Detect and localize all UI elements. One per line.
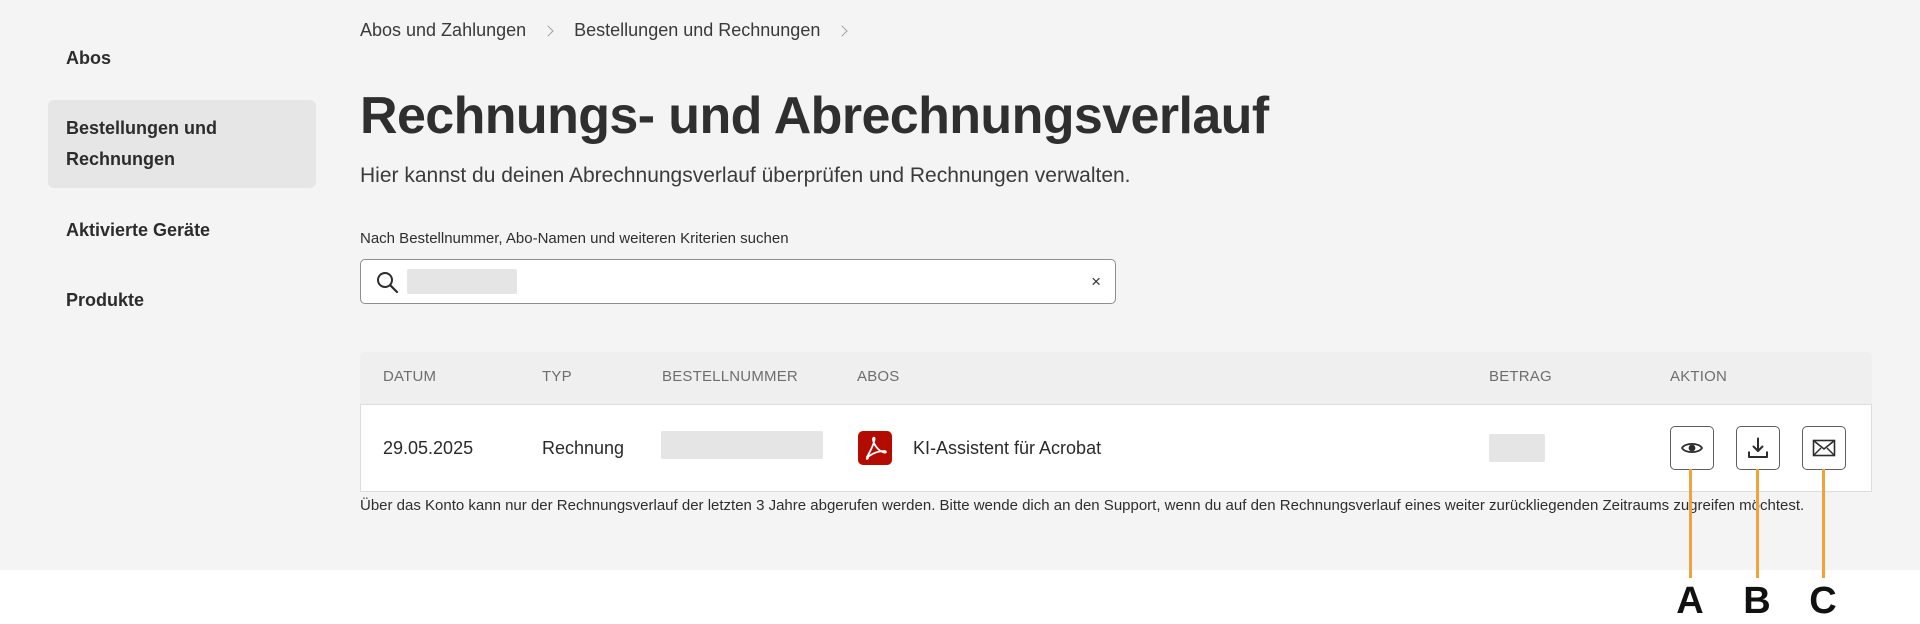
breadcrumb-item-abos[interactable]: Abos und Zahlungen: [360, 20, 526, 41]
column-header-abos: ABOS: [857, 368, 900, 385]
column-header-aktion: AKTION: [1670, 368, 1728, 385]
breadcrumb: Abos und Zahlungen Bestellungen und Rech…: [360, 20, 868, 41]
row-type: Rechnung: [542, 438, 625, 458]
callout-line-a: [1689, 469, 1692, 578]
breadcrumb-item-bestellungen[interactable]: Bestellungen und Rechnungen: [574, 20, 820, 41]
search-icon: [377, 272, 399, 294]
order-number-redacted: [661, 431, 823, 459]
row-date: 29.05.2025: [383, 438, 474, 458]
sidebar-item-abos[interactable]: Abos: [48, 43, 316, 74]
callout-line-b: [1756, 469, 1759, 578]
amount-redacted: [1489, 434, 1545, 462]
search-label: Nach Bestellnummer, Abo-Namen und weiter…: [360, 230, 789, 247]
page-title: Rechnungs- und Abrechnungsverlauf: [360, 87, 1269, 145]
row-subscription: KI-Assistent für Acrobat: [913, 438, 1102, 458]
column-header-typ: TYP: [542, 368, 572, 385]
sidebar-item-label: Bestellungen und: [66, 118, 218, 138]
chevron-right-icon: [542, 24, 554, 37]
column-header-datum: DATUM: [383, 368, 437, 385]
adobe-pdf-icon: [858, 431, 892, 465]
column-header-bestellnummer: BESTELLNUMMER: [662, 368, 798, 385]
column-header-betrag: BETRAG: [1489, 368, 1552, 385]
sidebar-item-geraete[interactable]: Aktivierte Geräte: [48, 215, 316, 246]
table-row: 29.05.2025 Rechnung KI-Assistent für Acr…: [360, 404, 1872, 492]
eye-icon: [1680, 442, 1704, 454]
chevron-right-icon: [836, 24, 849, 37]
sidebar-item-label-line2: Rechnungen: [66, 149, 176, 169]
sidebar-item-label: Abos: [66, 48, 111, 68]
sidebar-item-bestellungen[interactable]: Bestellungen und Rechnungen: [48, 100, 316, 188]
callout-line-c: [1822, 469, 1825, 578]
sidebar-item-produkte[interactable]: Produkte: [48, 285, 316, 316]
page-subtitle: Hier kannst du deinen Abrechnungsverlauf…: [360, 164, 1131, 187]
history-footnote: Über das Konto kann nur der Rechnungsver…: [360, 497, 1805, 514]
download-invoice-button[interactable]: [1736, 426, 1780, 470]
search-value-redacted: [407, 269, 517, 294]
sidebar-item-label: Produkte: [66, 290, 145, 310]
callout-label-b: B: [1743, 580, 1771, 622]
search-input[interactable]: ×: [360, 259, 1116, 304]
view-invoice-button[interactable]: [1670, 426, 1714, 470]
mail-icon: [1812, 439, 1836, 457]
callout-label-a: A: [1676, 580, 1704, 622]
download-icon: [1748, 437, 1768, 458]
callout-label-c: C: [1809, 580, 1837, 622]
sidebar-item-label: Aktivierte Geräte: [66, 220, 211, 240]
table-header: DATUM TYP BESTELLNUMMER ABOS BETRAG AKTI…: [360, 352, 1872, 404]
email-invoice-button[interactable]: [1802, 426, 1846, 470]
clear-icon[interactable]: ×: [1091, 272, 1101, 292]
